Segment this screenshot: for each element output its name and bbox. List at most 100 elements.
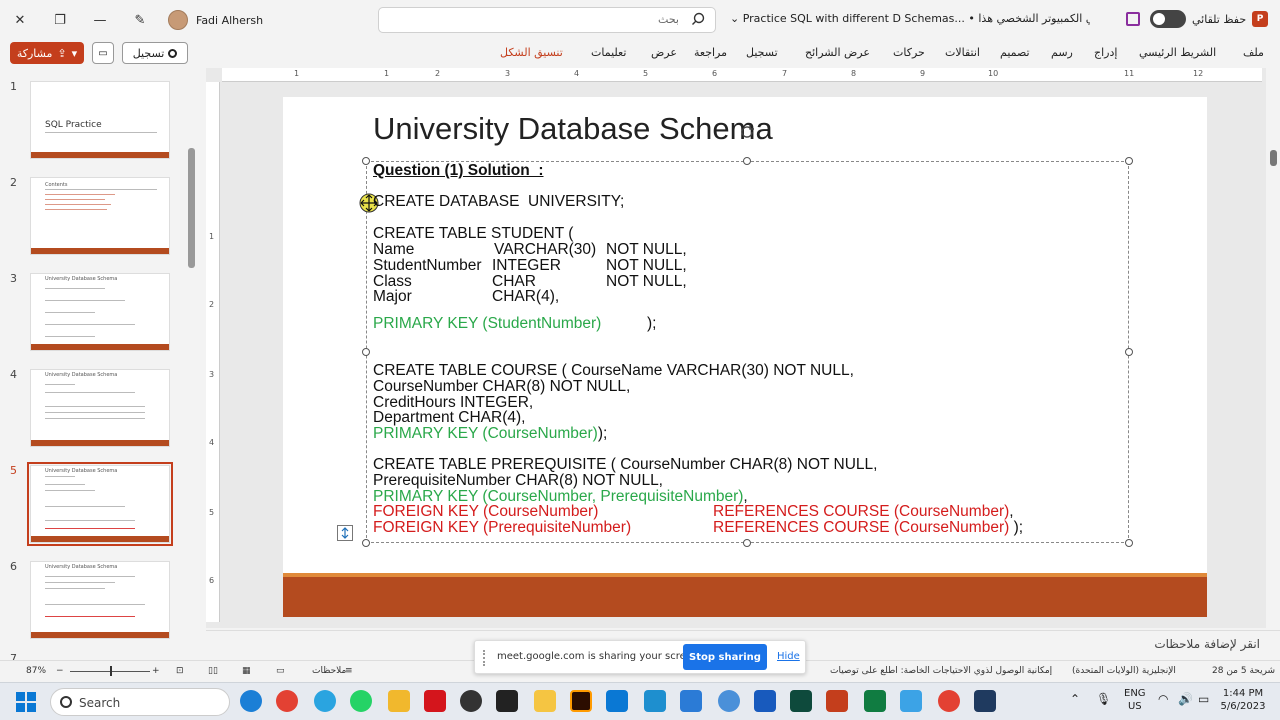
restore-icon[interactable]: ❐: [50, 10, 70, 30]
zoom-in-button[interactable]: +: [152, 666, 160, 676]
hide-link[interactable]: Hide: [777, 651, 800, 662]
close-icon[interactable]: ✕: [10, 10, 30, 30]
minimize-icon[interactable]: —: [90, 10, 110, 30]
fit-slide-icon[interactable]: ⊡: [176, 666, 184, 676]
scrollbar-thumb[interactable]: [1270, 150, 1277, 166]
slide-title[interactable]: University Database Schema: [373, 111, 773, 147]
tab-animations[interactable]: حركات: [893, 46, 925, 59]
rotate-icon[interactable]: [738, 123, 756, 141]
zoom-level[interactable]: 87%: [26, 666, 46, 676]
wifi-icon[interactable]: ◠: [1158, 693, 1168, 706]
autosave-toggle[interactable]: حفظ تلقائي: [1150, 10, 1246, 28]
autofit-options-icon[interactable]: [337, 525, 353, 541]
whatsapp-icon[interactable]: [350, 690, 372, 712]
telegram-icon[interactable]: [314, 690, 336, 712]
powerpoint-icon[interactable]: [826, 690, 848, 712]
microphone-icon[interactable]: 🎙: [1096, 693, 1111, 706]
panel-scrollbar[interactable]: [188, 148, 195, 268]
calendar-icon[interactable]: [606, 690, 628, 712]
tab-insert[interactable]: إدراج: [1094, 46, 1117, 59]
tab-design[interactable]: تصميم: [1000, 46, 1030, 59]
app-icon[interactable]: [790, 690, 812, 712]
app-icon[interactable]: [974, 690, 996, 712]
pen-icon[interactable]: ✎: [130, 10, 150, 30]
drag-handle-icon[interactable]: [483, 650, 487, 666]
slide-thumbnail-3[interactable]: University Database Schema: [30, 273, 170, 351]
accessibility-status[interactable]: إمكانية الوصول لذوي الاحتياجات الخاصة: ا…: [830, 666, 1052, 676]
chrome-icon[interactable]: [276, 690, 298, 712]
resize-handle[interactable]: [362, 539, 370, 547]
app-icon[interactable]: [900, 690, 922, 712]
battery-icon[interactable]: ▭: [1198, 693, 1209, 706]
tab-transitions[interactable]: انتقالات: [945, 46, 980, 59]
thumbnail-line: [45, 392, 135, 393]
tab-shape-format[interactable]: تنسيق الشكل: [500, 46, 563, 59]
language-status[interactable]: الإنجليزية (الولايات المتحدة): [1072, 666, 1176, 676]
tab-review[interactable]: مراجعة: [694, 46, 727, 59]
excel-icon[interactable]: [864, 690, 886, 712]
zoom-out-button[interactable]: −: [56, 666, 64, 676]
clock[interactable]: 1:44 PM 5/6/2023: [1218, 687, 1268, 713]
slide-thumbnail-5[interactable]: University Database Schema: [27, 462, 173, 546]
save-icon[interactable]: [1126, 12, 1140, 26]
settings-icon[interactable]: [680, 690, 702, 712]
word-icon[interactable]: [754, 690, 776, 712]
resize-handle[interactable]: [1125, 539, 1133, 547]
document-title[interactable]: ⌄ Practice SQL with different D Schemas.…: [730, 12, 1090, 25]
illustrator-icon[interactable]: [570, 690, 592, 712]
edge-icon[interactable]: [240, 690, 262, 712]
normal-view-icon[interactable]: ▭: [276, 666, 285, 676]
search-input[interactable]: بحث: [378, 7, 716, 33]
vertical-ruler[interactable]: 1 2 3 4 5 6: [206, 82, 220, 622]
tab-file[interactable]: ملف: [1243, 46, 1264, 59]
slide-sorter-icon[interactable]: ▦: [242, 666, 251, 676]
chevron-up-icon[interactable]: ⌃: [1070, 693, 1080, 706]
slide-thumbnail-4[interactable]: University Database Schema: [30, 369, 170, 447]
slide-thumbnail-6[interactable]: University Database Schema: [30, 561, 170, 639]
student-col-null: NOT NULL,: [606, 273, 687, 290]
tab-slideshow[interactable]: عرض الشرائح: [805, 46, 870, 59]
thumbnail-line: [45, 506, 125, 507]
tab-record[interactable]: تسجيل: [746, 46, 778, 59]
app-icon[interactable]: [388, 690, 410, 712]
user-account[interactable]: Fadi Alhersh: [168, 10, 263, 30]
fk2-end: );: [1009, 519, 1024, 536]
resize-handle[interactable]: [743, 157, 751, 165]
slide-thumbnail-1[interactable]: SQL Practice: [30, 81, 170, 159]
resize-handle[interactable]: [743, 539, 751, 547]
record-button[interactable]: تسجيل: [122, 42, 188, 64]
stop-sharing-button[interactable]: Stop sharing: [683, 644, 767, 670]
tab-draw[interactable]: رسم: [1051, 46, 1073, 59]
share-button[interactable]: مشاركة ⇪ ▾: [10, 42, 84, 64]
network-icon[interactable]: [718, 690, 740, 712]
store-icon[interactable]: [644, 690, 666, 712]
toggle-switch[interactable]: [1150, 10, 1186, 28]
notes-button[interactable]: ملاحظات: [312, 666, 346, 676]
language-indicator[interactable]: ENG US: [1124, 687, 1146, 713]
volume-icon[interactable]: 🔊: [1178, 693, 1193, 706]
slide[interactable]: University Database Schema Question (1) …: [283, 97, 1207, 617]
video-editor-icon[interactable]: [496, 690, 518, 712]
reading-view-icon[interactable]: ▯▯: [208, 666, 218, 676]
horizontal-ruler[interactable]: 1 1 2 3 4 5 6 7 8 9 10 11 12: [222, 68, 1262, 82]
windows-start-icon[interactable]: [16, 692, 36, 712]
student-close: );: [647, 315, 657, 332]
references-line: REFERENCES COURSE (CourseNumber),: [713, 504, 1014, 520]
slide-thumbnail-2[interactable]: Contents: [30, 177, 170, 255]
chrome-icon[interactable]: [938, 690, 960, 712]
obs-icon[interactable]: [460, 690, 482, 712]
acrobat-icon[interactable]: [424, 690, 446, 712]
comments-button[interactable]: ▭: [92, 42, 114, 64]
resize-handle[interactable]: [1125, 348, 1133, 356]
tab-view[interactable]: عرض: [651, 46, 677, 59]
resize-handle[interactable]: [362, 157, 370, 165]
thumbnail-line: [45, 528, 135, 529]
tab-home[interactable]: الشريط الرئيسي: [1139, 46, 1216, 59]
resize-handle[interactable]: [1125, 157, 1133, 165]
resize-handle[interactable]: [362, 348, 370, 356]
file-explorer-icon[interactable]: [534, 690, 556, 712]
ruler-number: 1: [209, 232, 215, 241]
tab-help[interactable]: تعليمات: [591, 46, 626, 59]
taskbar-search[interactable]: Search: [50, 688, 230, 716]
zoom-slider-thumb[interactable]: [110, 666, 112, 676]
